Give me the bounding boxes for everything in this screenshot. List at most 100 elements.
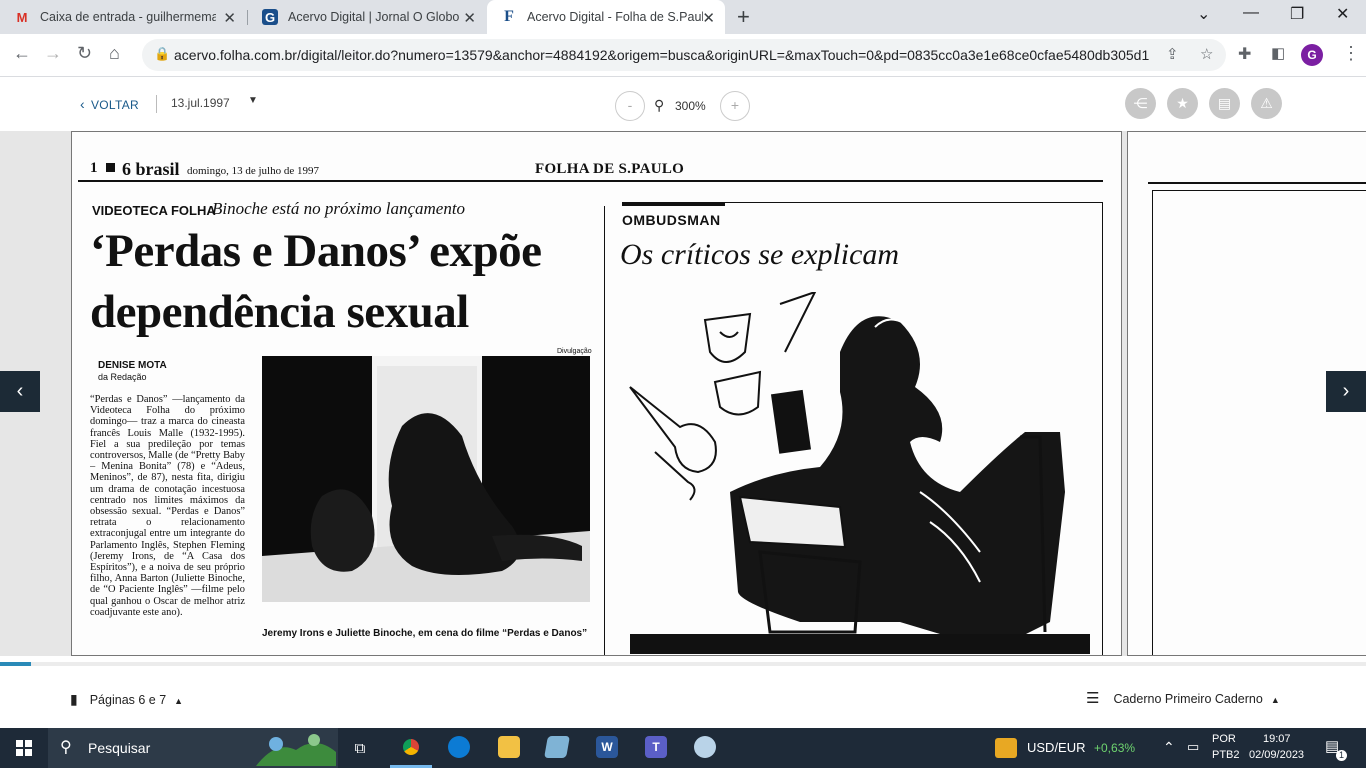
- chevron-left-icon: ‹: [80, 96, 85, 112]
- box-rule: [1152, 190, 1366, 191]
- back-arrow-icon[interactable]: ←: [13, 43, 31, 64]
- photo-caption: Jeremy Irons e Juliette Binoche, em cena…: [262, 628, 588, 639]
- pages-selector[interactable]: ▮ Páginas 6 e 7 ▲: [70, 691, 183, 708]
- edge-icon[interactable]: [448, 736, 470, 758]
- side-panel-icon[interactable]: ◧: [1271, 44, 1285, 62]
- chrome-icon[interactable]: [400, 736, 422, 758]
- back-label: VOLTAR: [90, 98, 139, 112]
- browser-toolbar: ← → ↻ ⌂ 🔒 acervo.folha.com.br/digital/le…: [0, 34, 1366, 77]
- browser-tab-strip: M Caixa de entrada - guilhermemaz ✕ G Ac…: [0, 0, 1366, 34]
- search-highlight-illustration: [256, 734, 336, 766]
- clock-time[interactable]: 19:07: [1263, 733, 1291, 745]
- reload-icon[interactable]: ↻: [77, 43, 92, 64]
- zoom-level: 300%: [675, 99, 706, 113]
- gmail-icon: M: [16, 9, 28, 25]
- tab-gmail[interactable]: M Caixa de entrada - guilhermemaz ✕: [0, 0, 246, 34]
- list-icon: ☰: [1086, 690, 1100, 707]
- favorite-star-button[interactable]: ★: [1167, 88, 1198, 119]
- bookmark-star-icon[interactable]: ☆: [1200, 45, 1213, 63]
- kicker: VIDEOTECA FOLHA: [92, 203, 216, 218]
- teams-icon[interactable]: T: [645, 736, 667, 758]
- paint-icon[interactable]: [694, 736, 716, 758]
- headline-line-1: ‘Perdas e Danos’ expõe: [90, 225, 542, 277]
- reader-header: ‹ VOLTAR 13.jul.1997 ▼ - ⚲ 300% + ⋲ ★ ▤ ⚠: [0, 78, 1366, 131]
- battery-icon[interactable]: ▭: [1187, 739, 1199, 755]
- currency-ticker-icon[interactable]: [995, 738, 1017, 758]
- share-icon[interactable]: ⇪: [1166, 45, 1179, 63]
- new-tab-button[interactable]: +: [737, 4, 750, 30]
- byline-sub: da Redação: [98, 372, 147, 382]
- notification-count: 1: [1336, 750, 1347, 761]
- minimize-button[interactable]: —: [1243, 4, 1259, 22]
- ombudsman-rule: [722, 202, 1103, 203]
- newspaper-page-left: 1 6 brasil domingo, 13 de julho de 1997 …: [71, 131, 1122, 656]
- film-still-photo: [262, 356, 590, 602]
- windows-start-icon[interactable]: [0, 728, 48, 768]
- share-button[interactable]: ⋲: [1125, 88, 1156, 119]
- kicker-sub: Binoche está no próximo lançamento: [212, 199, 466, 218]
- home-icon[interactable]: ⌂: [109, 43, 120, 64]
- tab-oglobo[interactable]: G Acervo Digital | Jornal O Globo ✕: [248, 0, 486, 34]
- folha-icon: F: [504, 8, 514, 25]
- search-icon[interactable]: ⚲: [654, 97, 664, 114]
- close-window-button[interactable]: ✕: [1336, 4, 1349, 24]
- column-rule: [604, 206, 605, 655]
- pages-label: Páginas 6 e 7: [89, 693, 167, 707]
- tab-search-chevron-icon[interactable]: ⌄: [1197, 4, 1210, 24]
- file-explorer-icon[interactable]: [498, 736, 520, 758]
- chevron-up-icon[interactable]: ⌃: [1163, 739, 1175, 756]
- back-button[interactable]: ‹ VOLTAR: [80, 96, 139, 112]
- report-warning-button[interactable]: ⚠: [1251, 88, 1282, 119]
- close-tab-icon[interactable]: ✕: [223, 9, 236, 27]
- page-viewer[interactable]: 1 6 brasil domingo, 13 de julho de 1997 …: [0, 131, 1366, 656]
- tab-title: Caixa de entrada - guilhermemaz: [40, 10, 216, 24]
- ombudsman-label: OMBUDSMAN: [622, 212, 721, 228]
- article-body: “Perdas e Danos” —lançamento da Videotec…: [90, 394, 245, 618]
- comment-button[interactable]: ▤: [1209, 88, 1240, 119]
- caret-up-icon: ▲: [1270, 695, 1280, 705]
- zoom-in-button[interactable]: +: [720, 91, 750, 121]
- profile-avatar[interactable]: G: [1301, 44, 1323, 66]
- taskbar-search[interactable]: ⚲ Pesquisar: [48, 728, 338, 768]
- windows-taskbar: ⚲ Pesquisar ⧉ W T USD/EUR +0,63% ⌃ ▭ POR…: [0, 728, 1366, 768]
- search-icon: ⚲: [60, 739, 72, 756]
- reader-footer: ▮ Páginas 6 e 7 ▲ ☰ Caderno Primeiro Cadern…: [0, 666, 1366, 728]
- notes-app-icon[interactable]: [544, 736, 570, 758]
- page-number: 1: [90, 160, 98, 176]
- ombudsman-title: Os críticos se explicam: [620, 238, 900, 271]
- language-code[interactable]: POR: [1212, 733, 1236, 745]
- byline: DENISE MOTA: [98, 360, 167, 371]
- header-rule: [1148, 182, 1366, 184]
- tab-title: Acervo Digital - Folha de S.Paulo: [527, 10, 703, 24]
- previous-page-button[interactable]: ‹: [0, 371, 40, 412]
- square-bullet: [106, 163, 115, 172]
- extensions-icon[interactable]: ✚: [1238, 44, 1251, 64]
- address-bar[interactable]: 🔒 acervo.folha.com.br/digital/leitor.do?…: [142, 39, 1226, 71]
- clock-date[interactable]: 02/09/2023: [1249, 749, 1304, 761]
- ticker-change: +0,63%: [1094, 741, 1136, 755]
- task-view-icon[interactable]: ⧉: [345, 728, 375, 768]
- word-icon[interactable]: W: [596, 736, 618, 758]
- ticker-name[interactable]: USD/EUR: [1027, 740, 1086, 755]
- forward-arrow-icon[interactable]: →: [44, 43, 62, 64]
- headline-line-2: dependência sexual: [90, 286, 469, 338]
- keyboard-layout[interactable]: PTB2: [1212, 749, 1240, 761]
- edition-date: 13.jul.1997: [171, 96, 230, 110]
- section-selector[interactable]: ☰ Caderno Primeiro Caderno ▲: [1086, 689, 1280, 707]
- caret-up-icon: ▲: [174, 696, 184, 706]
- tab-title: Acervo Digital | Jornal O Globo: [288, 10, 460, 24]
- close-tab-icon[interactable]: ✕: [702, 9, 715, 27]
- photo-credit: Divulgação: [557, 348, 592, 355]
- url-text: acervo.folha.com.br/digital/leitor.do?nu…: [174, 47, 1150, 63]
- restore-button[interactable]: ❐: [1290, 4, 1304, 24]
- tab-folha[interactable]: F Acervo Digital - Folha de S.Paulo ✕: [487, 0, 725, 34]
- caret-down-icon[interactable]: ▼: [248, 95, 258, 106]
- zoom-out-button[interactable]: -: [615, 91, 645, 121]
- menu-kebab-icon[interactable]: ⋮: [1342, 43, 1360, 64]
- next-page-button[interactable]: ›: [1326, 371, 1366, 412]
- critic-illustration: [629, 292, 1090, 654]
- section-name: 6 brasil: [122, 159, 180, 179]
- close-tab-icon[interactable]: ✕: [463, 9, 476, 27]
- lock-icon: 🔒: [154, 46, 171, 61]
- section-label: Caderno Primeiro Caderno: [1113, 692, 1263, 706]
